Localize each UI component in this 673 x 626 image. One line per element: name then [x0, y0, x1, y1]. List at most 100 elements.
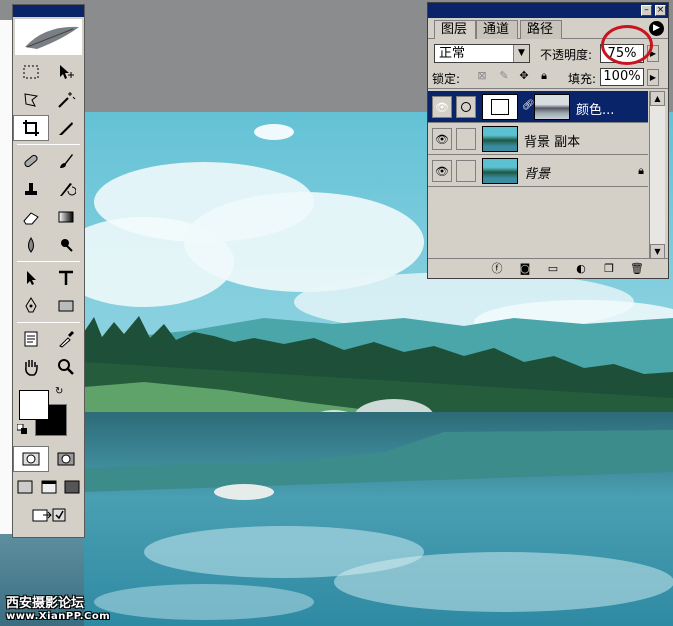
opacity-input[interactable]: 75% [600, 44, 644, 63]
eraser-tool[interactable] [13, 204, 49, 230]
watermark-title: 西安摄影论坛 [6, 596, 85, 611]
blur-icon [27, 237, 34, 253]
healing-brush-tool[interactable] [13, 148, 49, 174]
layer-name: 颜色... [576, 103, 615, 118]
gradient-icon [58, 211, 74, 223]
lasso-tool[interactable] [13, 87, 49, 113]
brush-tool[interactable] [49, 148, 85, 174]
path-select-tool[interactable] [13, 265, 49, 291]
blend-mode-select[interactable]: 正常 ▼ [434, 44, 530, 63]
eyedropper-tool[interactable] [49, 326, 85, 352]
tab-paths[interactable]: 路径 [520, 20, 563, 39]
screen-mode-full-menu[interactable] [37, 474, 61, 500]
tab-layers[interactable]: 图层 [434, 20, 477, 39]
screen-mode-standard[interactable] [13, 474, 37, 500]
standard-mode-button[interactable] [13, 446, 49, 472]
toolbox: ↻ [12, 4, 85, 538]
scroll-down-icon[interactable]: ▼ [650, 244, 665, 259]
panel-bottom-bar: ⓕ ◙ ▭ ◐ ❐ 🗑︎ [428, 258, 668, 278]
mask-thumbnail [534, 94, 570, 120]
move-tool[interactable] [49, 59, 85, 85]
panel-tabs: 图层 通道 路径 ▶ [428, 18, 668, 39]
watermark: 西安摄影论坛 www.XianPP.Com [6, 592, 110, 622]
layer-row[interactable]: 👁︎ 背景 副本 [428, 123, 648, 155]
blur-tool[interactable] [13, 232, 49, 258]
link-box[interactable] [456, 128, 476, 150]
default-colors-icon[interactable] [17, 424, 27, 434]
layer-style-icon[interactable]: ⓕ [490, 262, 504, 276]
screen-mode-standard-icon [17, 480, 33, 494]
brush-icon [60, 154, 74, 168]
watermark-url: www.XianPP.Com [6, 611, 111, 622]
history-brush-tool[interactable] [49, 176, 85, 202]
add-mask-icon[interactable]: ◙ [518, 262, 532, 276]
gradient-tool[interactable] [49, 204, 85, 230]
fill-label: 填充: [568, 72, 597, 86]
layer-scrollbar[interactable]: ▲ ▼ [649, 91, 665, 259]
close-button[interactable]: × [655, 5, 666, 16]
new-layer-icon[interactable]: ❐ [602, 262, 616, 276]
lock-transparency-icon[interactable]: ⊠ [476, 70, 488, 82]
hand-tool[interactable] [13, 354, 49, 380]
layer-row[interactable]: 👁︎ 🔗︎ 颜色... [428, 91, 648, 123]
type-icon [59, 270, 74, 285]
notes-tool[interactable] [13, 326, 49, 352]
minimize-button[interactable]: – [641, 5, 652, 16]
blend-row: 正常 ▼ 不透明度: 75% ▶ [428, 39, 668, 65]
panel-title-bar[interactable]: – × [428, 3, 668, 18]
fill-input[interactable]: 100% [600, 68, 644, 86]
pen-tool[interactable] [13, 293, 49, 319]
link-box[interactable] [456, 160, 476, 182]
move-icon [60, 65, 75, 79]
screen-mode-full-menu-icon [41, 480, 56, 494]
swap-colors-icon[interactable]: ↻ [55, 386, 63, 397]
eye-icon[interactable]: 👁︎ [432, 160, 452, 182]
magic-wand-tool[interactable] [49, 87, 85, 113]
layer-thumbnail [482, 126, 518, 152]
marquee-tool[interactable] [13, 59, 49, 85]
opacity-slider-button[interactable]: ▶ [647, 45, 659, 62]
slice-tool[interactable] [49, 115, 84, 141]
healing-brush-icon [24, 154, 38, 168]
jump-to-imageready-button[interactable] [13, 502, 84, 528]
toolbox-title-bar[interactable] [13, 5, 84, 17]
eraser-icon [23, 212, 39, 225]
new-set-icon[interactable]: ▭ [546, 262, 560, 276]
lock-position-icon[interactable]: ✥ [518, 70, 530, 82]
crop-icon [22, 120, 39, 136]
type-tool[interactable] [49, 265, 85, 291]
blend-mode-value: 正常 [439, 46, 466, 61]
feather-logo[interactable] [15, 19, 82, 55]
adjustment-mask-indicator[interactable] [456, 96, 476, 118]
adjustment-layer-thumbnail [482, 94, 518, 120]
layer-row[interactable]: 👁︎ 背景 🔒︎ [428, 155, 648, 187]
new-adjustment-layer-icon[interactable]: ◐ [574, 262, 588, 276]
clone-stamp-tool[interactable] [13, 176, 49, 202]
dodge-tool[interactable] [49, 232, 85, 258]
lasso-icon [24, 93, 38, 107]
layers-panel: – × 图层 通道 路径 ▶ 正常 ▼ 不透明度: 75% ▶ 锁定: ⊠ ✎ … [427, 2, 669, 279]
eye-icon[interactable]: 👁︎ [432, 128, 452, 150]
quick-mask-button[interactable] [49, 446, 84, 472]
pen-icon [25, 297, 37, 313]
color-swatches: ↻ [13, 384, 84, 442]
foreground-color[interactable] [19, 390, 49, 420]
scroll-up-icon[interactable]: ▲ [650, 91, 665, 106]
tab-channels[interactable]: 通道 [476, 20, 519, 39]
clone-stamp-icon [24, 183, 37, 195]
screen-mode-full-icon [64, 480, 80, 494]
slice-icon [59, 122, 74, 135]
zoom-tool[interactable] [49, 354, 85, 380]
lock-icon: 🔒︎ [638, 164, 644, 177]
history-brush-icon [60, 183, 77, 196]
fill-slider-button[interactable]: ▶ [647, 69, 659, 86]
shape-tool[interactable] [49, 293, 85, 319]
layer-name: 背景 副本 [524, 135, 581, 150]
eye-icon[interactable]: 👁︎ [432, 96, 452, 118]
trash-icon[interactable]: 🗑︎ [630, 262, 644, 276]
lock-image-icon[interactable]: ✎ [498, 70, 510, 82]
screen-mode-full[interactable] [60, 474, 84, 500]
crop-tool[interactable] [13, 115, 49, 141]
panel-menu-button[interactable]: ▶ [649, 21, 664, 36]
lock-all-icon[interactable]: 🔒︎ [538, 70, 550, 82]
